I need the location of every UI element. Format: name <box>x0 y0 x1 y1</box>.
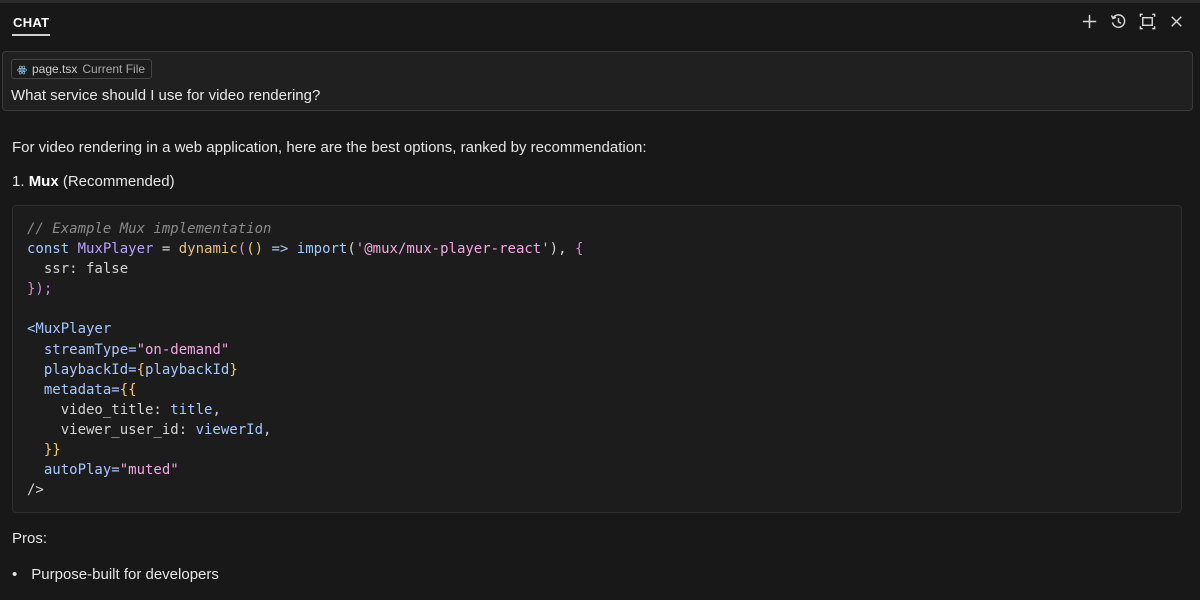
answer-intro: For video rendering in a web application… <box>12 139 647 156</box>
code-token: streamType= <box>27 341 137 358</box>
pros-item-text: Purpose-built for developers <box>31 566 219 583</box>
item-number: 1. <box>12 173 25 190</box>
user-message-text: What service should I use for video rend… <box>11 87 321 104</box>
tab-chat[interactable]: CHAT <box>13 15 49 30</box>
code-token: ) <box>549 241 559 258</box>
code-token: <MuxPlayer <box>27 321 112 338</box>
code-token: autoPlay= <box>27 462 120 479</box>
react-icon <box>17 64 27 75</box>
maximize-icon[interactable] <box>1138 12 1157 31</box>
code-token: title <box>170 401 213 418</box>
plus-icon[interactable] <box>1080 12 1099 31</box>
code-token: viewer_user_id: <box>27 421 196 438</box>
item-note: (Recommended) <box>62 173 175 190</box>
code-token: = <box>153 241 179 258</box>
file-chip-name: page.tsx <box>32 62 78 76</box>
code-content: // Example Mux implementation const MuxP… <box>27 219 583 500</box>
code-token: "muted" <box>119 462 179 479</box>
bullet-icon: • <box>12 566 18 583</box>
code-token: playbackId <box>145 361 230 378</box>
code-block[interactable]: // Example Mux implementation const MuxP… <box>12 205 1182 513</box>
pros-heading: Pros: <box>12 530 48 547</box>
current-file-chip[interactable]: page.tsx Current File <box>11 59 153 79</box>
code-token: import <box>296 241 348 258</box>
code-token: , <box>212 401 221 418</box>
code-token: () <box>246 241 264 258</box>
code-token: video_title: <box>27 401 171 418</box>
code-token: /> <box>27 482 44 499</box>
code-token: MuxPlayer <box>77 241 154 258</box>
user-message: page.tsx Current File What service shoul… <box>2 51 1193 111</box>
code-token: viewerId <box>195 421 264 438</box>
code-token: { <box>136 361 146 378</box>
code-token: { <box>574 241 584 258</box>
code-token: "on-demand" <box>136 341 230 358</box>
code-token: } <box>229 361 238 378</box>
code-token: , <box>558 241 575 258</box>
code-token: }} <box>27 442 61 459</box>
code-token: , <box>263 421 272 438</box>
code-token: const <box>27 241 70 258</box>
code-token: => <box>263 241 297 258</box>
code-token: {{ <box>119 381 137 398</box>
code-token: // Example Mux implementation <box>27 221 272 237</box>
chat-header: CHAT <box>0 0 1200 44</box>
code-token: ( <box>347 241 356 258</box>
code-token: ( <box>237 241 247 258</box>
answer-list-item: 1. Mux (Recommended) <box>12 173 175 190</box>
code-token: '@mux/mux-player-react' <box>355 241 550 258</box>
close-icon[interactable] <box>1167 12 1186 31</box>
code-token: ssr: false <box>27 261 129 278</box>
code-token: }); <box>27 281 53 298</box>
pros-list-item: • Purpose-built for developers <box>12 566 219 583</box>
file-chip-tag: Current File <box>82 62 146 76</box>
code-token: dynamic <box>178 241 238 258</box>
item-name: Mux <box>28 173 59 190</box>
tab-active-indicator <box>12 34 50 36</box>
history-icon[interactable] <box>1109 12 1128 31</box>
header-actions <box>1080 12 1186 31</box>
code-token: playbackId= <box>27 361 137 378</box>
code-token: metadata= <box>27 381 120 398</box>
